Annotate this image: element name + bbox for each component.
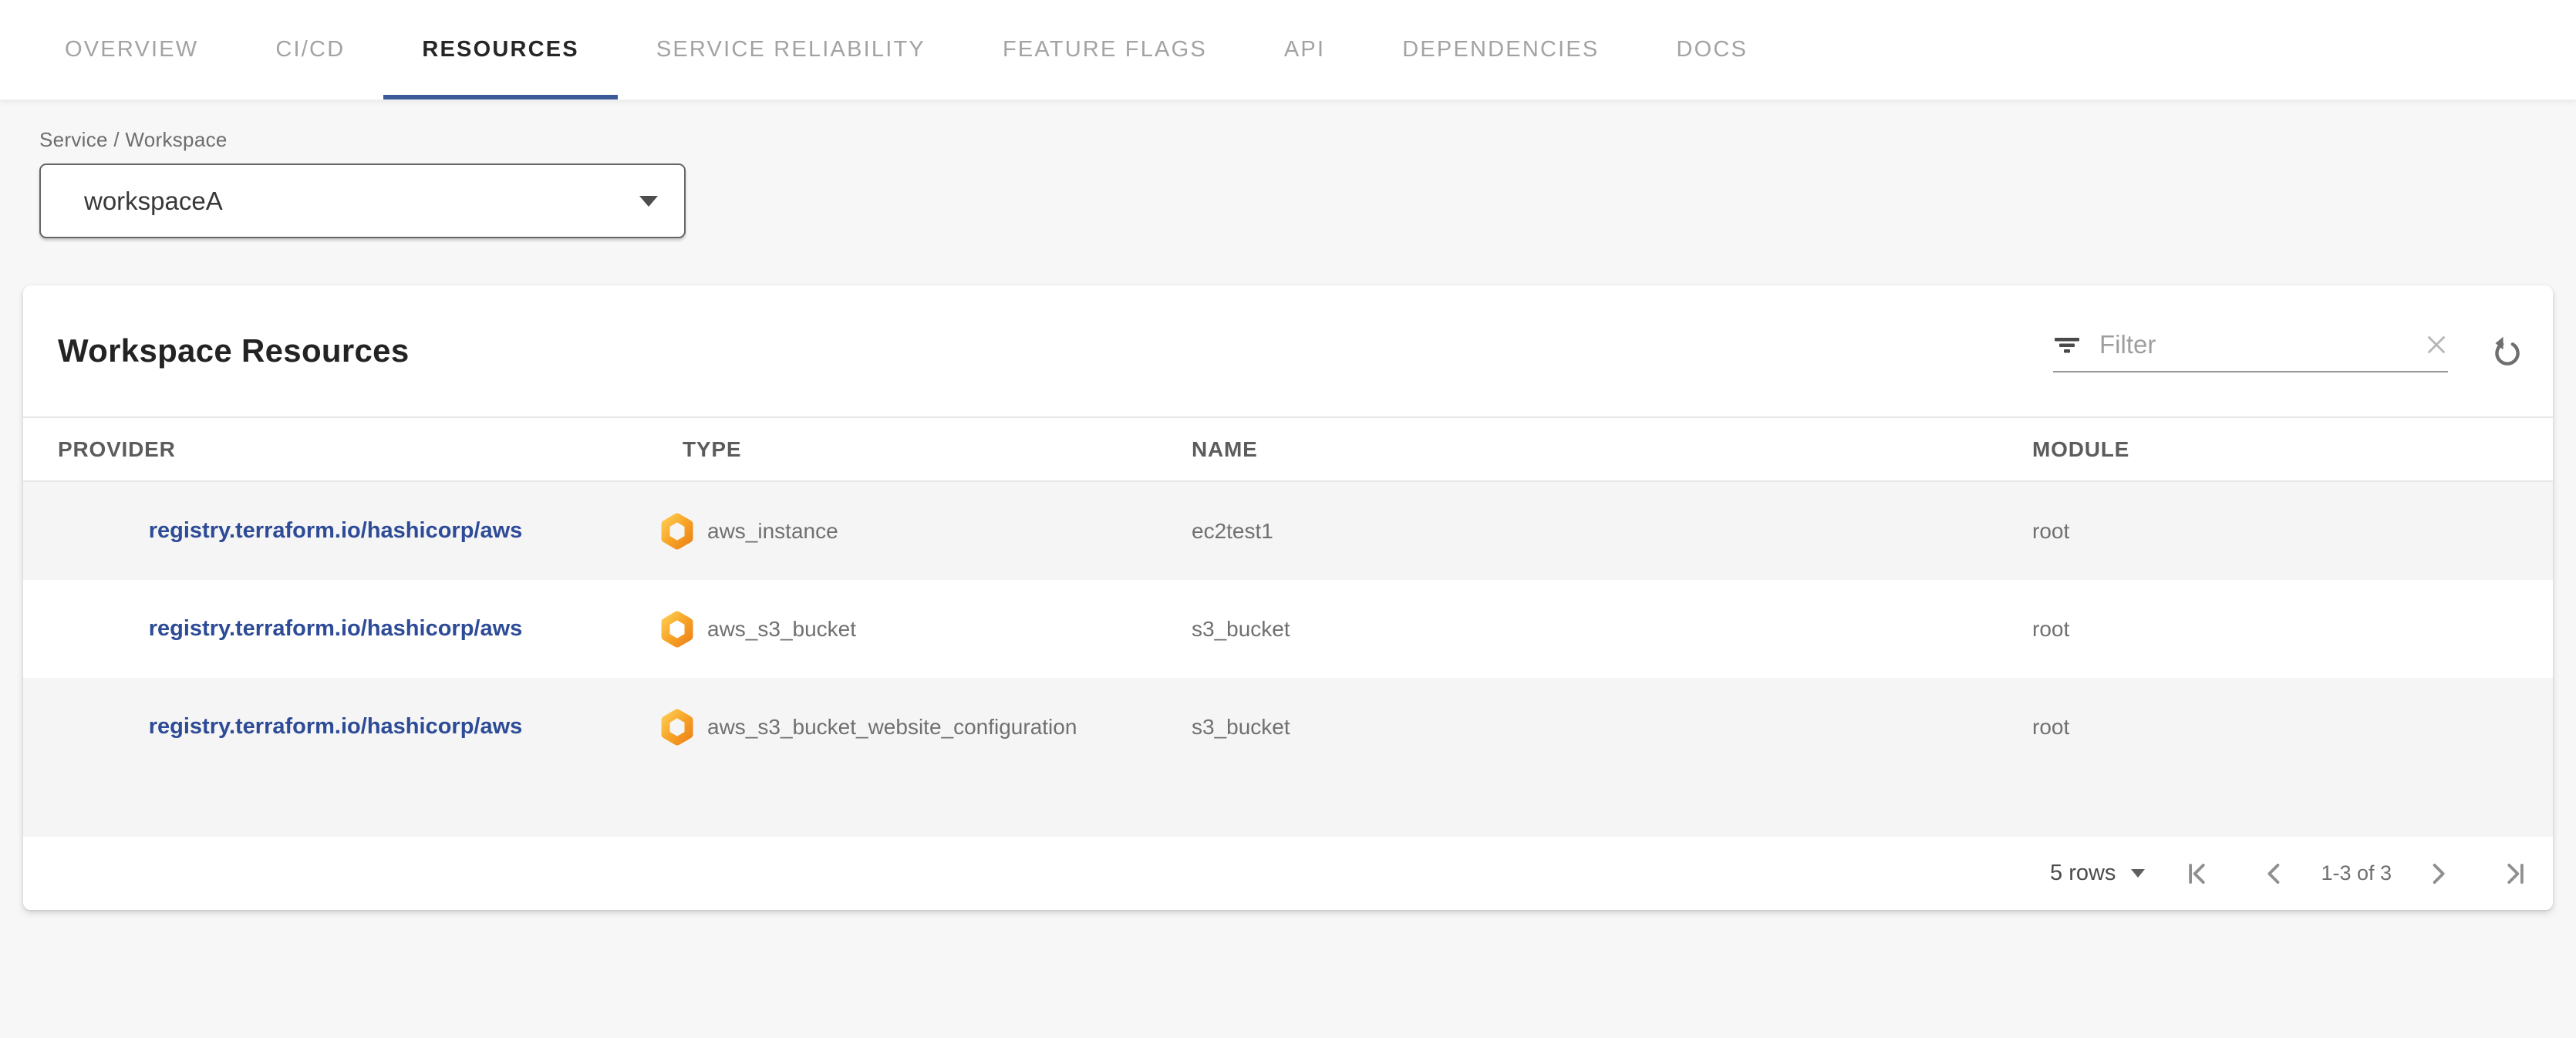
first-page-icon [2182,858,2213,889]
tab-label: OVERVIEW [65,37,198,62]
column-header-provider: PROVIDER [23,437,648,462]
card-header: Workspace Resources [23,285,2553,416]
tab-label: RESOURCES [422,37,579,62]
tab-label: API [1284,37,1325,62]
tab-label: DOCS [1676,37,1748,62]
resource-type: aws_instance [707,519,838,544]
chevron-down-icon [2131,869,2145,878]
resource-name: s3_bucket [1157,617,1998,642]
column-header-name: NAME [1157,437,1998,462]
table-body: registry.terraform.io/hashicorp/aws aws_… [23,482,2553,776]
card-title: Workspace Resources [58,332,409,369]
column-header-type: TYPE [648,437,1157,462]
table-row: registry.terraform.io/hashicorp/aws aws_… [23,580,2553,678]
column-header-module: MODULE [1998,437,2553,462]
tab-label: FEATURE FLAGS [1003,37,1207,62]
rows-per-page-select[interactable]: 5 rows [2050,861,2145,886]
last-page-icon [2500,858,2530,889]
rows-per-page-value: 5 rows [2050,861,2116,886]
previous-page-button[interactable] [2257,857,2291,891]
first-page-button[interactable] [2180,857,2214,891]
chevron-down-icon [639,196,658,207]
tab-label: DEPENDENCIES [1402,37,1599,62]
pagination-bar: 5 rows 1-3 of 3 [23,837,2553,910]
terraform-provider-hexagon-icon [660,708,694,746]
resource-module: root [1998,715,2553,740]
tab-feature-flags[interactable]: FEATURE FLAGS [964,0,1246,99]
tab-overview[interactable]: OVERVIEW [26,0,237,99]
table-filler-space [23,776,2553,837]
tab-dependencies[interactable]: DEPENDENCIES [1364,0,1637,99]
provider-link[interactable]: registry.terraform.io/hashicorp/aws [149,616,523,641]
filter-icon [2053,331,2081,359]
clear-filter-button[interactable] [2425,333,2448,356]
tab-label: CI/CD [275,37,345,62]
tab-api[interactable]: API [1246,0,1364,99]
table-row: registry.terraform.io/hashicorp/aws aws_… [23,482,2553,580]
workspace-selector: Service / Workspace workspaceA [39,128,2576,238]
refresh-icon [2490,333,2525,369]
next-page-button[interactable] [2421,857,2455,891]
resource-name: ec2test1 [1157,519,1998,544]
tab-label: SERVICE RELIABILITY [656,37,926,62]
resource-module: root [1998,519,2553,544]
chevron-left-icon [2259,858,2290,889]
table-header-row: PROVIDER TYPE NAME MODULE [23,416,2553,482]
terraform-provider-hexagon-icon [660,512,694,551]
pagination-range: 1-3 of 3 [2321,861,2392,885]
tab-service-reliability[interactable]: SERVICE RELIABILITY [618,0,964,99]
terraform-provider-hexagon-icon [660,610,694,649]
last-page-button[interactable] [2498,857,2532,891]
workspace-selector-label: Service / Workspace [39,128,2576,152]
resource-name: s3_bucket [1157,715,1998,740]
provider-link[interactable]: registry.terraform.io/hashicorp/aws [149,714,523,739]
tab-docs[interactable]: DOCS [1637,0,1786,99]
filter-input[interactable] [2098,329,2425,360]
workspace-resources-card: Workspace Resources [23,285,2553,910]
refresh-button[interactable] [2490,333,2525,369]
workspace-select-value: workspaceA [84,187,223,216]
workspace-select[interactable]: workspaceA [39,163,686,238]
resource-type: aws_s3_bucket [707,617,856,642]
chevron-right-icon [2423,858,2453,889]
resource-type: aws_s3_bucket_website_configuration [707,715,1077,740]
tab-resources[interactable]: RESOURCES [383,0,618,99]
entity-tab-bar: OVERVIEW CI/CD RESOURCES SERVICE RELIABI… [0,0,2576,100]
table-row: registry.terraform.io/hashicorp/aws aws_… [23,678,2553,776]
close-icon [2425,333,2448,356]
resource-module: root [1998,617,2553,642]
filter-box [2053,329,2448,372]
tab-ci-cd[interactable]: CI/CD [237,0,383,99]
provider-link[interactable]: registry.terraform.io/hashicorp/aws [149,518,523,543]
